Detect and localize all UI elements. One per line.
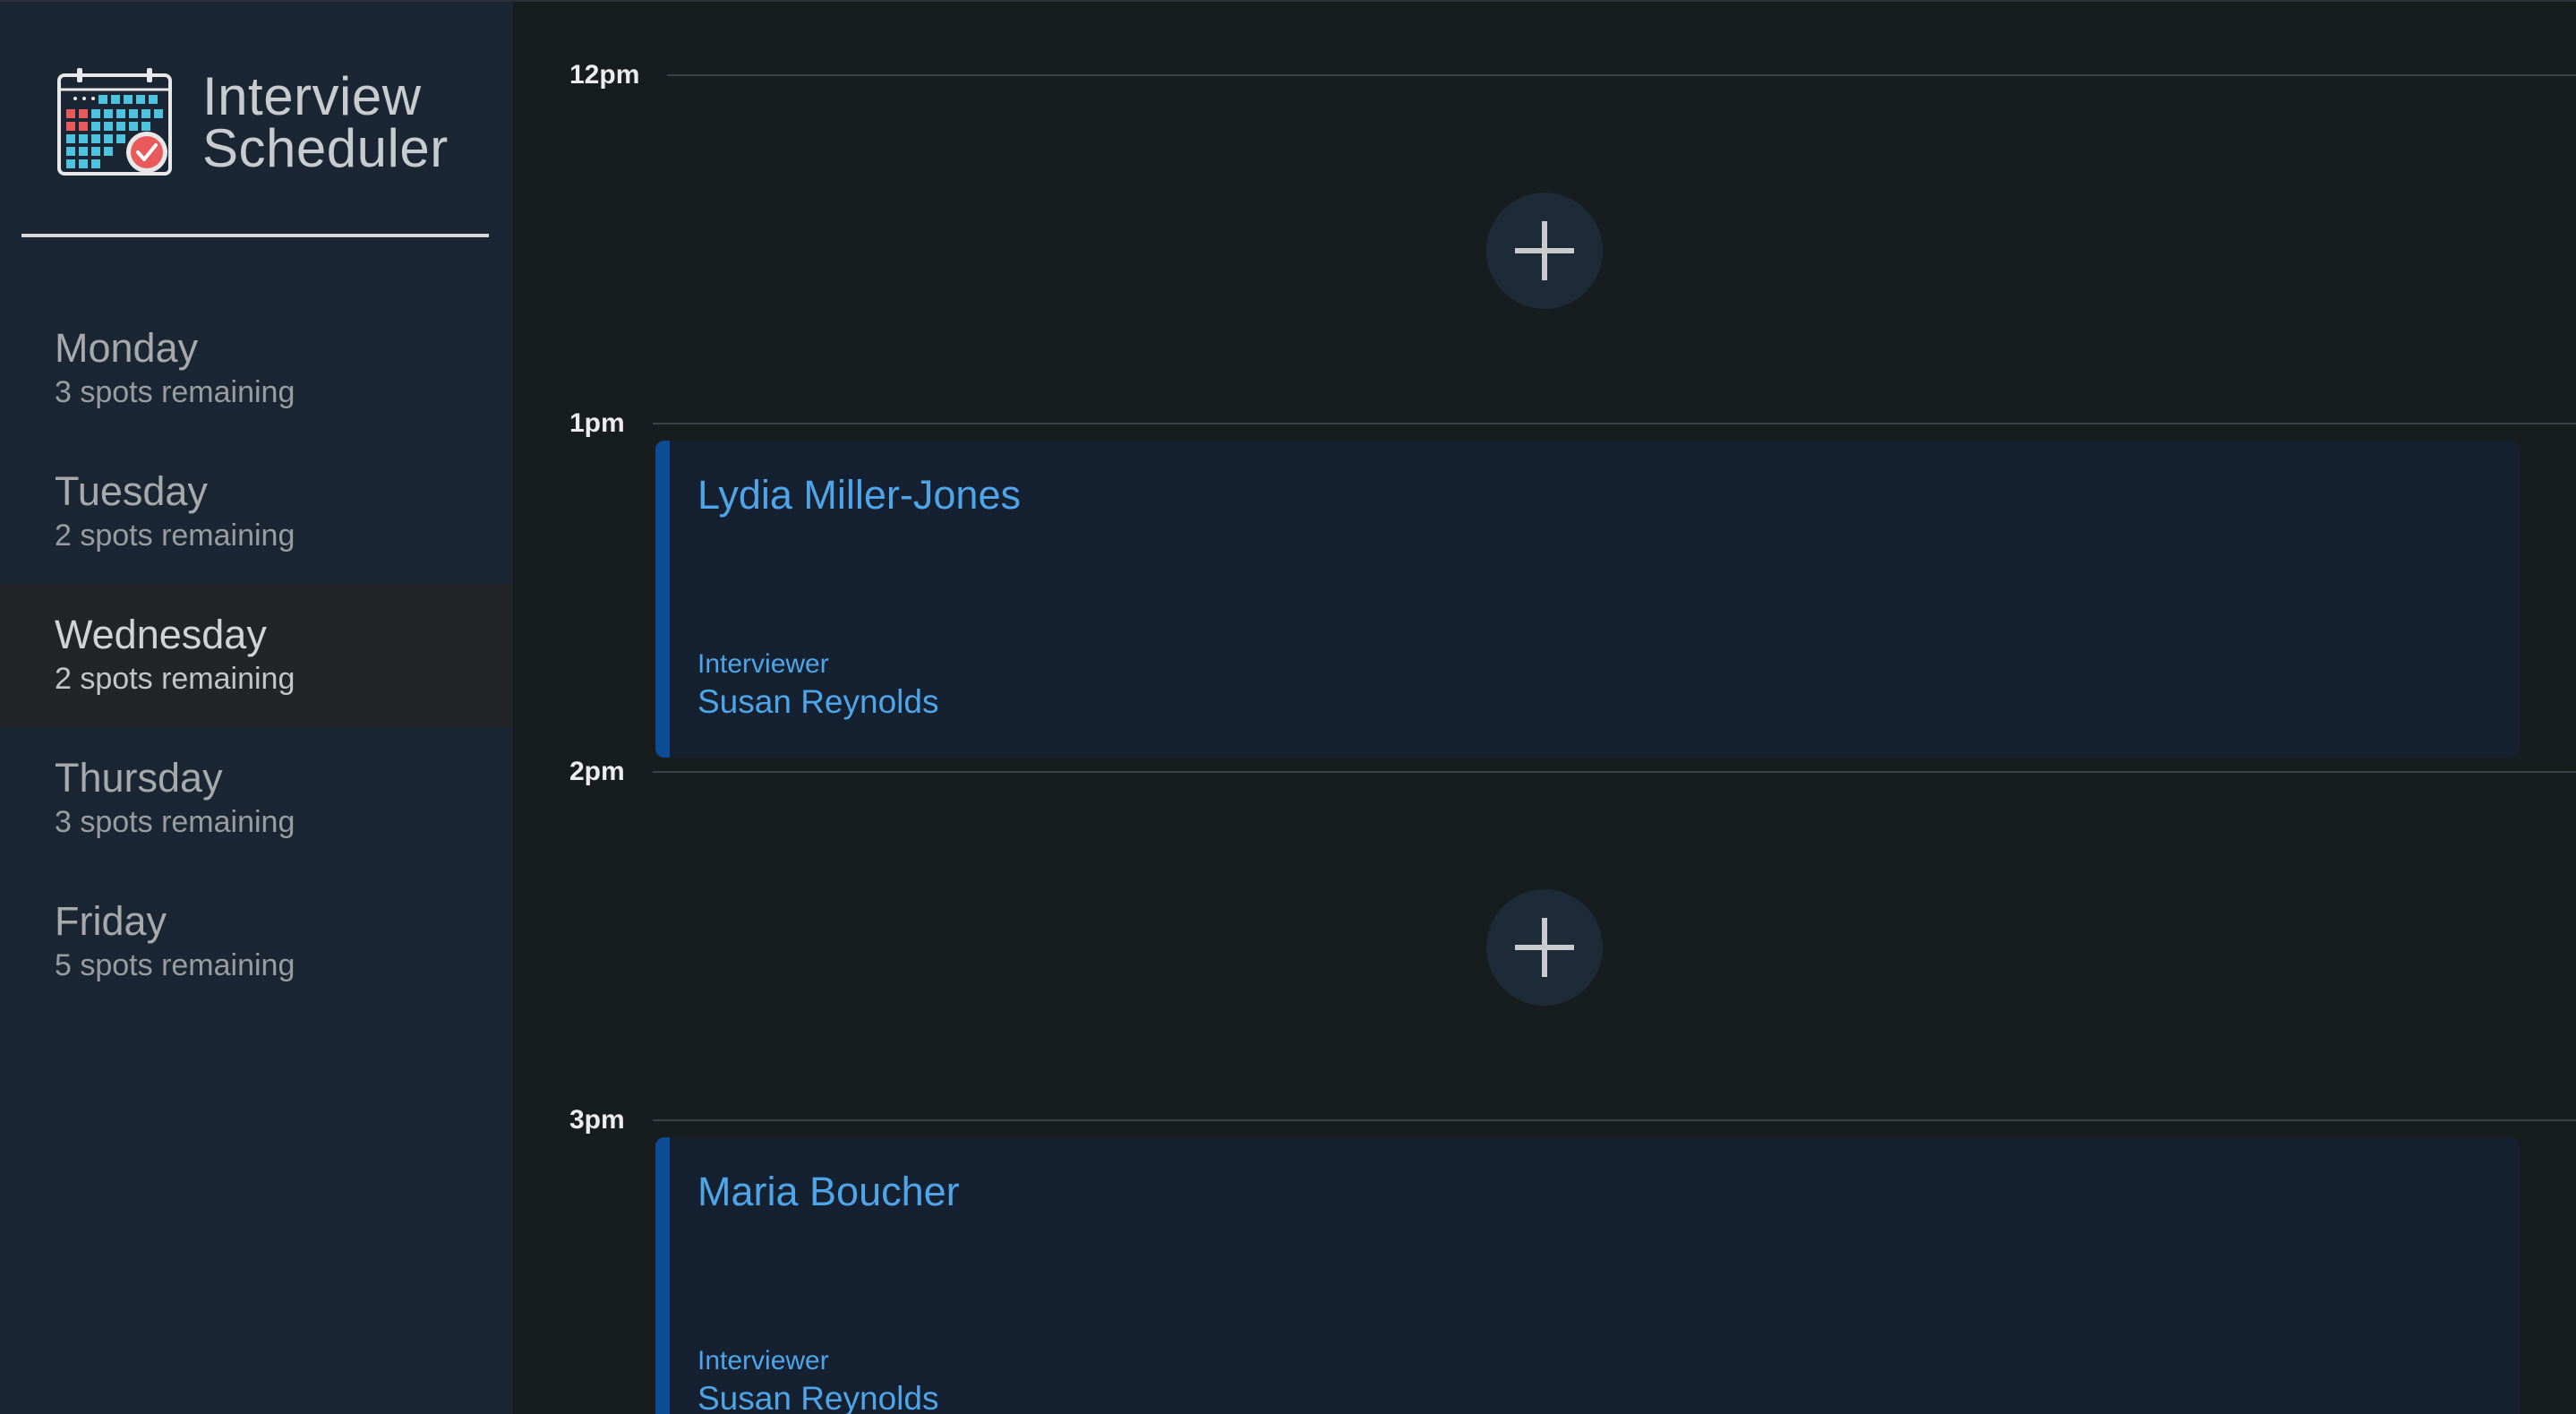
add-appointment-button[interactable]	[1486, 889, 1603, 1006]
slot-separator	[667, 74, 2576, 76]
day-name: Monday	[55, 325, 199, 371]
day-spots: 2 spots remaining	[55, 518, 295, 553]
interviewer-label: Interviewer	[697, 1346, 829, 1375]
day-item-monday[interactable]: Monday 3 spots remaining	[0, 297, 513, 441]
day-name: Wednesday	[55, 612, 267, 657]
day-spots: 3 spots remaining	[55, 375, 295, 409]
appointment-card[interactable]: Lydia Miller-Jones Interviewer Susan Rey…	[655, 441, 2520, 758]
day-spots: 5 spots remaining	[55, 948, 295, 982]
schedule: 12pm 1pm Lydia Miller-Jones Interviewer …	[513, 2, 2576, 1414]
day-name: Tuesday	[55, 468, 208, 514]
interviewer-label: Interviewer	[697, 649, 829, 679]
time-slot-header-1pm: 1pm	[569, 406, 2576, 441]
day-item-tuesday[interactable]: Tuesday 2 spots remaining	[0, 441, 513, 584]
add-appointment-button[interactable]	[1486, 193, 1603, 309]
day-list: Monday 3 spots remaining Tuesday 2 spots…	[0, 297, 513, 1014]
app-title-line2: Scheduler	[202, 118, 449, 178]
slot-time: 3pm	[569, 1105, 625, 1135]
app-title-line1: Interview	[202, 66, 422, 126]
day-spots: 3 spots remaining	[55, 805, 295, 839]
sidebar: Interview Scheduler Monday 3 spots remai…	[0, 2, 513, 1414]
slot-time: 1pm	[569, 408, 625, 438]
slot-separator	[653, 771, 2576, 773]
time-slot-header-3pm: 3pm	[569, 1102, 2576, 1138]
time-slot-header-12pm: 12pm	[569, 57, 2576, 93]
student-name: Lydia Miller-Jones	[697, 472, 1021, 518]
sidebar-divider	[21, 234, 489, 237]
interview-scheduler-app: Interview Scheduler Monday 3 spots remai…	[0, 0, 2576, 1414]
interviewer-name: Susan Reynolds	[697, 1380, 939, 1414]
time-slot-header-2pm: 2pm	[569, 754, 2576, 790]
calendar-check-icon	[57, 68, 172, 176]
day-name: Thursday	[55, 755, 223, 801]
interviewer-name: Susan Reynolds	[697, 683, 939, 720]
slot-separator	[653, 423, 2576, 424]
student-name: Maria Boucher	[697, 1169, 960, 1214]
slot-time: 2pm	[569, 757, 625, 786]
day-item-friday[interactable]: Friday 5 spots remaining	[0, 870, 513, 1014]
day-item-wednesday[interactable]: Wednesday 2 spots remaining	[0, 584, 513, 727]
day-item-thursday[interactable]: Thursday 3 spots remaining	[0, 727, 513, 870]
brand: Interview Scheduler	[56, 64, 449, 181]
slot-separator	[653, 1119, 2576, 1121]
day-spots: 2 spots remaining	[55, 662, 295, 696]
app-title: Interview Scheduler	[202, 66, 449, 178]
day-name: Friday	[55, 898, 167, 944]
slot-time: 12pm	[569, 60, 640, 90]
appointment-card[interactable]: Maria Boucher Interviewer Susan Reynolds	[655, 1137, 2520, 1414]
